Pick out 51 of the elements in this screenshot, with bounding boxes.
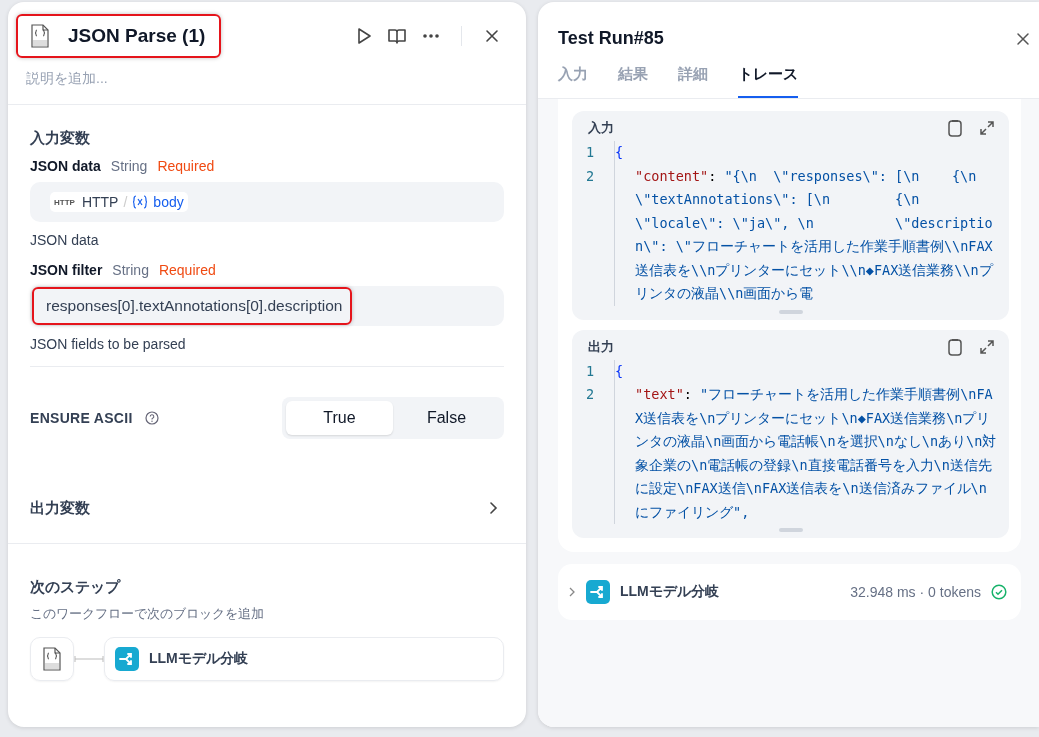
field-hint: JSON data: [30, 232, 100, 248]
required-label: Required: [158, 262, 216, 278]
variable-field[interactable]: HTTP HTTP / body: [30, 182, 504, 222]
panel-title: JSON Parse (1): [68, 25, 206, 47]
next-block-card[interactable]: LLMモデル分岐: [104, 637, 504, 681]
code-title: 入力: [588, 119, 615, 137]
variable-tag[interactable]: HTTP HTTP / body: [50, 192, 188, 212]
field-label: JSON filter: [30, 262, 103, 278]
code-title: 出力: [588, 337, 615, 356]
section-heading: 次のステップ: [30, 578, 122, 597]
field-type: String: [110, 158, 148, 174]
json-file-icon: [28, 24, 52, 48]
help-icon: [144, 411, 159, 425]
connector-line: [74, 655, 104, 663]
field-hint: JSON fields to be parsed: [30, 336, 187, 352]
required-label: Required: [157, 158, 215, 174]
section-subtitle: このワークフローで次のブロックを追加: [30, 605, 265, 623]
variable-icon: [132, 195, 149, 209]
book-icon[interactable]: [387, 26, 407, 46]
line-number: 2: [585, 385, 596, 404]
clipboard-icon[interactable]: [947, 337, 963, 356]
line-number: 2: [585, 166, 596, 186]
json-file-icon: [40, 647, 64, 671]
expand-icon[interactable]: [979, 120, 995, 136]
code-line: "content": "{\n \"responses\": [\n {\n \"textAnnotations\": [\n {\n \"locale\": \"ja\", \n \"description\": \"フローチャートを活用した作業手順書例\\nFAX送信表を\\nプリンターにセット\\n◆FAX送信業務\\nプリンタの液晶\\n画面から電: [614, 164, 1009, 306]
close-icon[interactable]: [1015, 30, 1031, 47]
field-label: JSON data: [30, 158, 101, 174]
chevron-right-icon: [568, 586, 576, 598]
code-line: {: [614, 141, 1009, 165]
option-button[interactable]: True: [286, 401, 393, 435]
block-name: LLMモデル分岐: [149, 650, 248, 668]
output-variables-row[interactable]: 出力変数: [8, 493, 526, 523]
branch-icon: [115, 647, 139, 671]
code-line: {: [614, 359, 1009, 383]
option-label: ENSURE ASCII: [30, 410, 133, 426]
code-line: "text": "フローチャートを活用した作業手順書例\nFAX送信表を\nプリンターにセット\n◆FAX送信業務\nプリンタの液晶\n画面から電話帳\nを選択\nなし\nあり\n対象企業の\n電話帳の登録\n直接電話番号を入力\n送信先に設定\nFAX送信\nFAX送信表を\n送信済みファイル\nにファイリング",: [614, 383, 1009, 524]
clipboard-icon[interactable]: [947, 119, 963, 137]
field-type: String: [112, 262, 149, 278]
expand-icon[interactable]: [979, 338, 995, 355]
trace-row[interactable]: LLMモデル分岐 32.948 ms · 0 tokens: [558, 564, 1021, 620]
panel-title: Test Run#85: [558, 28, 664, 49]
section-heading: 入力変数: [30, 129, 91, 148]
block-name: LLMモデル分岐: [620, 583, 720, 601]
chevron-right-icon: [488, 501, 500, 515]
filter-field[interactable]: responses[0].textAnnotations[0].description: [32, 287, 353, 325]
line-number: 1: [585, 143, 596, 162]
line-number: 1: [585, 361, 596, 381]
branch-icon: [586, 580, 610, 604]
description-field[interactable]: 説明を追加...: [26, 64, 326, 92]
option-button[interactable]: False: [393, 401, 500, 435]
run-stats: 32.948 ms · 0 tokens: [850, 584, 981, 600]
